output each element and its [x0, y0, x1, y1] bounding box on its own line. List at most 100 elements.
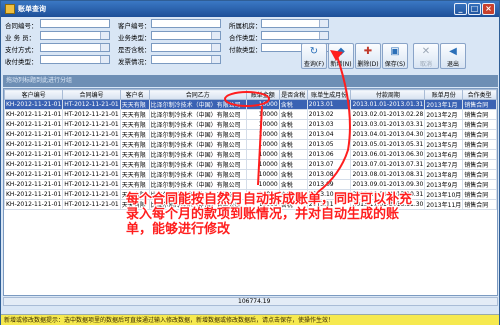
table-cell[interactable]: HT-2012-11-21-01 — [62, 129, 121, 140]
table-cell[interactable]: KH-2012-11-21-01 — [4, 199, 64, 210]
table-cell[interactable]: HT-2012-11-21-01 — [62, 99, 121, 110]
table-cell[interactable]: 2013.01 — [306, 99, 352, 110]
table-cell[interactable]: 10000 — [245, 149, 280, 160]
table-cell[interactable]: 销售合同 — [462, 199, 497, 210]
table-cell[interactable]: 销售合同 — [462, 179, 497, 190]
table-cell[interactable]: 销售合同 — [462, 119, 497, 130]
close-button[interactable]: × — [482, 3, 495, 15]
table-cell[interactable]: KH-2012-11-21-01 — [4, 149, 64, 160]
table-cell[interactable]: 天天有限 — [119, 119, 150, 130]
column-header[interactable]: 合作类型 — [462, 89, 497, 100]
invoice-status-select[interactable] — [151, 55, 221, 64]
column-header[interactable]: 账单月份 — [424, 89, 464, 100]
table-cell[interactable]: 2013.03 — [306, 119, 352, 130]
save-button[interactable]: ▣ 保存(S) — [382, 43, 408, 69]
table-cell[interactable]: HT-2012-11-21-01 — [62, 189, 121, 200]
table-cell[interactable]: 2013.02.01-2013.02.28 — [350, 109, 426, 120]
table-cell[interactable]: 含税 — [278, 119, 308, 130]
table-cell[interactable]: 含税 — [278, 109, 308, 120]
table-cell[interactable]: 比泽尔制冷技术（中国）有限公司 — [148, 99, 247, 110]
table-cell[interactable]: 含税 — [278, 139, 308, 150]
table-cell[interactable]: KH-2012-11-21-01 — [4, 129, 64, 140]
table-cell[interactable]: 天天有限 — [119, 129, 150, 140]
table-cell[interactable]: 比泽尔制冷技术（中国）有限公司 — [148, 149, 247, 160]
table-cell[interactable]: 天天有限 — [119, 169, 150, 180]
table-row[interactable]: KH-2012-11-21-01 HT-2012-11-21-01 天天有限 比泽尔制… — [4, 99, 497, 110]
table-cell[interactable]: 2013.04.01-2013.04.30 — [350, 129, 426, 140]
table-cell[interactable]: 2013.06.01-2013.06.30 — [350, 149, 426, 160]
table-cell[interactable]: 10000 — [245, 179, 280, 190]
table-cell[interactable]: 10000 — [245, 99, 280, 110]
query-button[interactable]: ↻ 查询(F) — [301, 43, 327, 69]
table-cell[interactable]: HT-2012-11-21-01 — [62, 119, 121, 130]
table-cell[interactable]: 2013年10月 — [424, 189, 464, 200]
table-cell[interactable]: 含税 — [278, 149, 308, 160]
new-button[interactable]: ◆ 新增(N) — [328, 43, 354, 69]
table-cell[interactable]: 2013.01.01-2013.01.31 — [350, 99, 426, 110]
table-cell[interactable]: 销售合同 — [462, 159, 497, 170]
table-cell[interactable]: 含税 — [278, 169, 308, 180]
table-cell[interactable]: 10000 — [245, 129, 280, 140]
table-cell[interactable]: 天天有限 — [119, 99, 150, 110]
table-cell[interactable]: 销售合同 — [462, 129, 497, 140]
column-header[interactable]: 客户名 — [119, 89, 150, 100]
table-cell[interactable]: 天天有限 — [119, 179, 150, 190]
column-header[interactable]: 账单金额 — [245, 89, 280, 100]
table-cell[interactable]: KH-2012-11-21-01 — [4, 159, 64, 170]
table-cell[interactable]: HT-2012-11-21-01 — [62, 139, 121, 150]
table-cell[interactable]: 2013.08.01-2013.08.31 — [350, 169, 426, 180]
contract-no-input[interactable] — [40, 19, 110, 28]
table-row[interactable]: KH-2012-11-21-01 HT-2012-11-21-01 天天有限 比泽尔制… — [4, 179, 497, 190]
table-row[interactable]: KH-2012-11-21-01 HT-2012-11-21-01 天天有限 比泽尔制… — [4, 159, 497, 170]
table-cell[interactable]: 2013.09 — [306, 179, 352, 190]
table-cell[interactable]: 2013.04 — [306, 129, 352, 140]
table-cell[interactable]: KH-2012-11-21-01 — [4, 99, 64, 110]
table-cell[interactable]: 2013.06 — [306, 149, 352, 160]
table-cell[interactable]: 2013.07 — [306, 159, 352, 170]
table-cell[interactable]: 比泽尔制冷技术（中国）有限公司 — [148, 169, 247, 180]
table-cell[interactable]: 10000 — [245, 169, 280, 180]
table-cell[interactable]: 含税 — [278, 159, 308, 170]
table-cell[interactable]: 2013年6月 — [424, 149, 464, 160]
table-cell[interactable]: 天天有限 — [119, 109, 150, 120]
customer-no-input[interactable] — [151, 19, 221, 28]
table-cell[interactable]: 2013年2月 — [424, 109, 464, 120]
table-row[interactable]: KH-2012-11-21-01 HT-2012-11-21-01 天天有限 比泽尔制… — [4, 129, 497, 140]
delete-button[interactable]: ✚ 删除(D) — [355, 43, 381, 69]
table-cell[interactable]: 2013.02 — [306, 109, 352, 120]
business-type-select[interactable] — [151, 31, 221, 40]
table-cell[interactable]: 2013年11月 — [424, 199, 464, 210]
payment-method-select[interactable] — [40, 43, 110, 52]
table-cell[interactable]: 2013年4月 — [424, 129, 464, 140]
table-cell[interactable]: KH-2012-11-21-01 — [4, 139, 64, 150]
tax-included-select[interactable] — [151, 43, 221, 52]
table-cell[interactable]: 含税 — [278, 179, 308, 190]
table-cell[interactable]: HT-2012-11-21-01 — [62, 109, 121, 120]
table-cell[interactable]: 2013年5月 — [424, 139, 464, 150]
table-row[interactable]: KH-2012-11-21-01 HT-2012-11-21-01 天天有限 比泽尔制… — [4, 119, 497, 130]
table-cell[interactable]: 10000 — [245, 139, 280, 150]
table-cell[interactable]: 销售合同 — [462, 189, 497, 200]
table-cell[interactable]: 2013.07.01-2013.07.31 — [350, 159, 426, 170]
table-cell[interactable]: 2013.05 — [306, 139, 352, 150]
table-cell[interactable]: 2013.05.01-2013.05.31 — [350, 139, 426, 150]
table-cell[interactable]: 2013年7月 — [424, 159, 464, 170]
table-cell[interactable]: 天天有限 — [119, 149, 150, 160]
column-header[interactable]: 是否含税 — [278, 89, 308, 100]
salesman-select[interactable] — [40, 31, 110, 40]
table-cell[interactable]: 比泽尔制冷技术（中国）有限公司 — [148, 159, 247, 170]
table-cell[interactable]: 2013年3月 — [424, 119, 464, 130]
table-cell[interactable]: KH-2012-11-21-01 — [4, 189, 64, 200]
table-cell[interactable]: 2013年9月 — [424, 179, 464, 190]
table-cell[interactable]: HT-2012-11-21-01 — [62, 169, 121, 180]
group-by-panel[interactable]: 拖动列标题到此进行分组 — [3, 75, 498, 87]
table-cell[interactable]: KH-2012-11-21-01 — [4, 179, 64, 190]
table-cell[interactable]: 2013年8月 — [424, 169, 464, 180]
minimize-button[interactable]: _ — [454, 3, 467, 15]
maximize-button[interactable]: □ — [468, 3, 481, 15]
table-cell[interactable]: 销售合同 — [462, 169, 497, 180]
column-header[interactable]: 账单生成月份 — [306, 89, 352, 100]
column-header[interactable]: 合同编号 — [62, 89, 121, 100]
table-cell[interactable]: 10000 — [245, 109, 280, 120]
table-row[interactable]: KH-2012-11-21-01 HT-2012-11-21-01 天天有限 比泽尔制… — [4, 169, 497, 180]
